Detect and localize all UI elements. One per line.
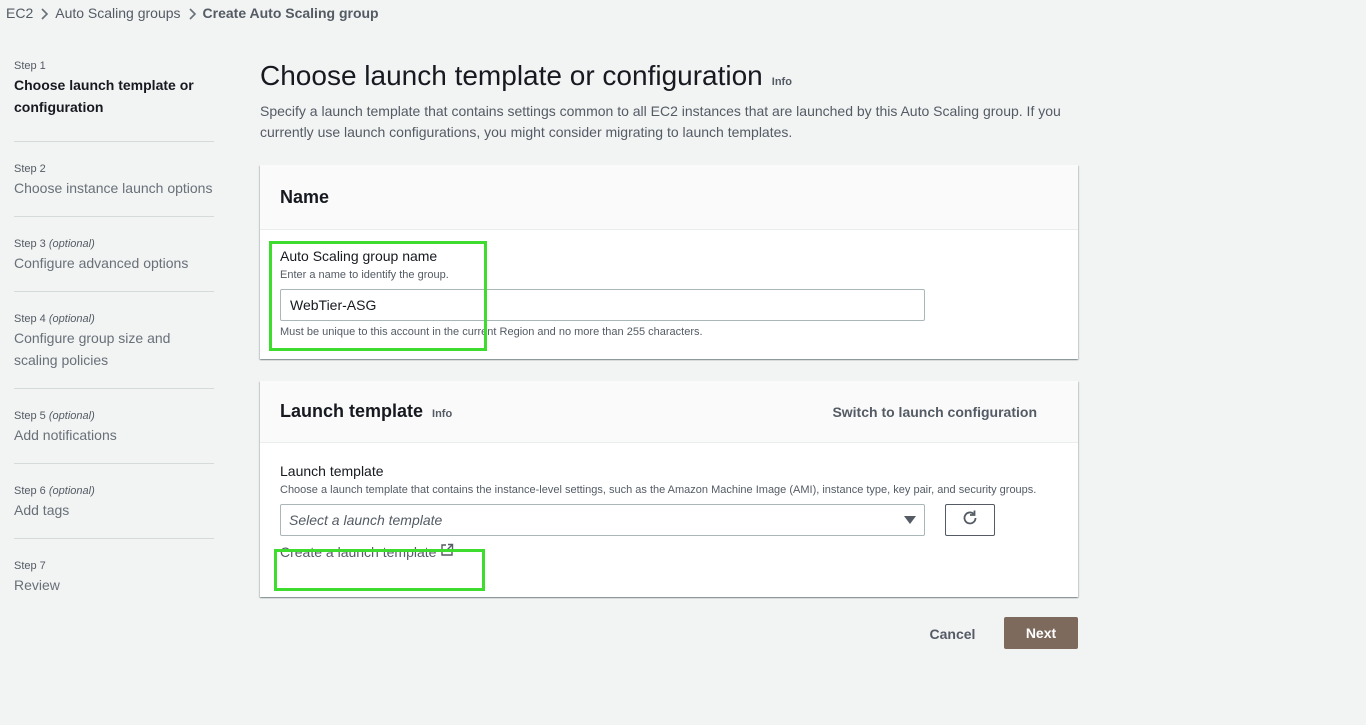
breadcrumb-current: Create Auto Scaling group — [202, 5, 379, 21]
step-number: Step 2 — [14, 163, 46, 175]
caret-down-icon — [904, 516, 916, 524]
launch-template-label: Launch template — [280, 463, 384, 479]
page-description: Specify a launch template that contains … — [260, 103, 1061, 140]
step-number: Step 6 (optional) — [14, 485, 95, 497]
info-link[interactable]: Info — [772, 76, 792, 88]
breadcrumb: EC2 Auto Scaling groups Create Auto Scal… — [6, 4, 379, 22]
page-title: Choose launch template or configuration … — [260, 60, 792, 91]
wizard-step-7[interactable]: Step 7 Review — [14, 539, 214, 599]
highlight-box — [274, 549, 485, 591]
next-button[interactable]: Next — [1004, 617, 1078, 649]
step-title: Configure group size and scaling policie… — [14, 330, 171, 368]
step-number: Step 7 — [14, 560, 46, 572]
wizard-step-2[interactable]: Step 2 Choose instance launch options — [14, 142, 214, 217]
launch-template-description: Choose a launch template that contains t… — [280, 484, 1037, 496]
step-title: Add notifications — [14, 427, 117, 443]
launch-template-select-row: Select a launch template — [280, 504, 1058, 536]
launch-template-panel-body: Launch template Choose a launch template… — [260, 463, 1078, 560]
step-title: Choose instance launch options — [14, 180, 213, 196]
refresh-icon — [961, 509, 979, 532]
wizard-steps: Step 1 Choose launch template or configu… — [14, 60, 214, 599]
wizard-step-4[interactable]: Step 4 (optional) Configure group size a… — [14, 292, 214, 389]
wizard-step-1: Step 1 Choose launch template or configu… — [14, 60, 214, 142]
launch-template-panel-header: Launch template Info Switch to launch co… — [260, 381, 1078, 443]
wizard-step-5[interactable]: Step 5 (optional) Add notifications — [14, 389, 214, 464]
launch-template-select[interactable]: Select a launch template — [280, 504, 925, 536]
chevron-right-icon — [33, 5, 55, 21]
step-number: Step 4 (optional) — [14, 313, 95, 325]
panel-heading: Launch template Info — [280, 401, 453, 421]
wizard-step-6[interactable]: Step 6 (optional) Add tags — [14, 464, 214, 539]
step-number: Step 3 (optional) — [14, 238, 95, 250]
step-number: Step 5 (optional) — [14, 410, 95, 422]
select-placeholder: Select a launch template — [289, 512, 443, 528]
cancel-button[interactable]: Cancel — [920, 618, 985, 649]
step-title: Configure advanced options — [14, 255, 189, 271]
chevron-right-icon — [181, 5, 203, 21]
panel-heading: Name — [280, 186, 330, 207]
step-number: Step 1 — [14, 60, 46, 72]
info-link[interactable]: Info — [432, 408, 452, 420]
switch-to-launch-configuration-link[interactable]: Switch to launch configuration — [832, 404, 1037, 420]
step-title: Choose launch template or configuration — [14, 77, 194, 115]
breadcrumb-auto-scaling-groups[interactable]: Auto Scaling groups — [55, 5, 180, 21]
breadcrumb-ec2[interactable]: EC2 — [6, 5, 33, 21]
step-title: Review — [14, 577, 60, 593]
refresh-button[interactable] — [945, 504, 995, 536]
wizard-step-3[interactable]: Step 3 (optional) Configure advanced opt… — [14, 217, 214, 292]
main-content: Choose launch template or configuration … — [260, 60, 1078, 143]
name-panel-header: Name — [260, 165, 1078, 230]
highlight-box — [269, 241, 487, 351]
step-title: Add tags — [14, 502, 70, 518]
